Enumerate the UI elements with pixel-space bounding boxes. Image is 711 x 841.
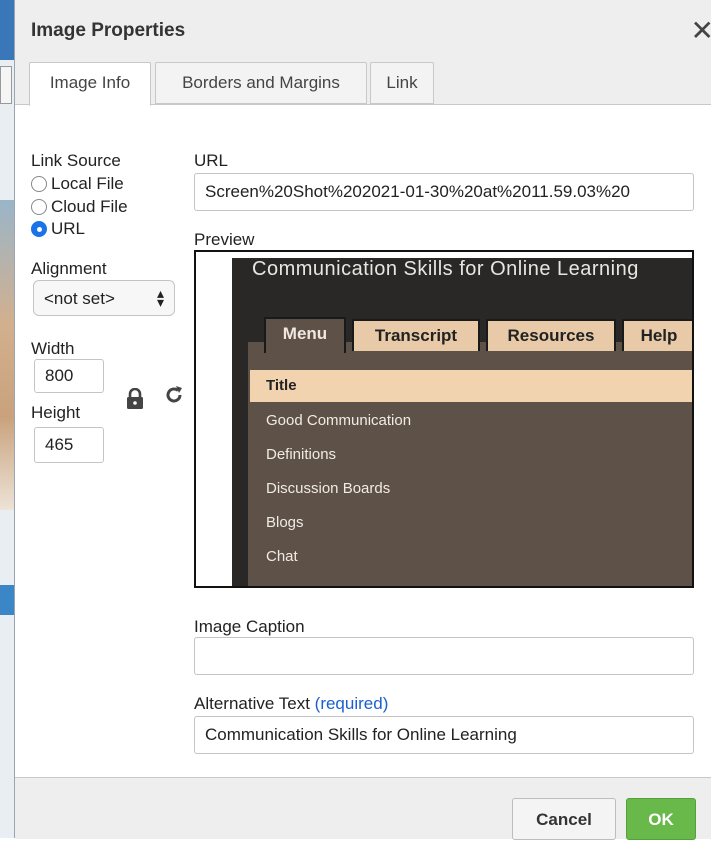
- width-label: Width: [31, 339, 75, 358]
- dialog-title: Image Properties: [31, 20, 186, 41]
- alt-text-label-text: Alternative Text: [194, 694, 310, 713]
- radio-label: Local File: [51, 174, 124, 193]
- ok-button[interactable]: OK: [626, 798, 696, 840]
- preview-menu-item: Good Communication: [266, 412, 412, 429]
- radio-label: URL: [51, 219, 86, 238]
- height-input[interactable]: 465: [34, 427, 104, 463]
- reset-size-icon[interactable]: [163, 384, 185, 412]
- caption-input[interactable]: [194, 637, 694, 675]
- radio-button[interactable]: [31, 176, 47, 192]
- url-input[interactable]: Screen%20Shot%202021-01-30%20at%2011.59.…: [194, 173, 694, 211]
- background-page: [0, 0, 14, 838]
- background-band: [0, 585, 14, 615]
- tab-link[interactable]: Link: [370, 62, 434, 104]
- radio-button-selected[interactable]: [31, 221, 47, 237]
- width-input[interactable]: 800: [34, 359, 104, 393]
- preview-tab-transcript: Transcript: [352, 319, 480, 351]
- close-icon[interactable]: ✕: [691, 14, 711, 47]
- url-label: URL: [194, 151, 229, 170]
- required-note: (required): [314, 694, 389, 713]
- image-properties-dialog: Image Properties ✕ Image Info Borders an…: [14, 0, 711, 840]
- radio-cloud-file[interactable]: Cloud File: [31, 196, 128, 218]
- preview-menu-item: Definitions: [266, 446, 337, 463]
- alignment-value: <not set>: [44, 289, 115, 308]
- radio-button[interactable]: [31, 199, 47, 215]
- lock-icon[interactable]: [125, 387, 145, 415]
- radio-label: Cloud File: [51, 197, 128, 216]
- alt-text-label: Alternative Text (required): [194, 694, 388, 714]
- alt-text-input[interactable]: Communication Skills for Online Learning: [194, 716, 694, 754]
- tab-image-info[interactable]: Image Info: [29, 62, 151, 106]
- link-source-label: Link Source: [31, 151, 121, 170]
- preview-menu-item: Discussion Boards: [266, 480, 391, 497]
- preview-tab-menu: Menu: [264, 317, 346, 353]
- radio-local-file[interactable]: Local File: [31, 173, 124, 195]
- height-label: Height: [31, 403, 81, 422]
- preview-menu-item: Blogs: [266, 514, 304, 531]
- select-arrows-icon: ▴ ▾: [156, 285, 164, 310]
- image-preview: Communication Skills for Online Learning…: [194, 250, 694, 588]
- caption-label: Image Caption: [194, 617, 305, 636]
- preview-menu-item: Title: [250, 370, 692, 402]
- alignment-select[interactable]: <not set> ▴ ▾: [33, 280, 175, 316]
- cancel-button[interactable]: Cancel: [512, 798, 616, 840]
- background-header-strip: [0, 0, 14, 60]
- tab-bar: Image Info Borders and Margins Link: [15, 62, 711, 106]
- preview-tab-help: Help: [622, 319, 692, 351]
- preview-title: Communication Skills for Online Learning: [252, 258, 639, 280]
- background-widget: [0, 66, 12, 104]
- background-photo: [0, 200, 14, 510]
- dialog-titlebar: Image Properties ✕: [15, 0, 711, 62]
- tab-borders-and-margins[interactable]: Borders and Margins: [155, 62, 367, 104]
- preview-tab-resources: Resources: [486, 319, 616, 351]
- radio-url[interactable]: URL: [31, 218, 85, 240]
- preview-label: Preview: [194, 230, 255, 249]
- dialog-footer: Cancel OK: [15, 777, 711, 840]
- preview-menu-item: Chat: [266, 548, 298, 565]
- alignment-label: Alignment: [31, 259, 107, 278]
